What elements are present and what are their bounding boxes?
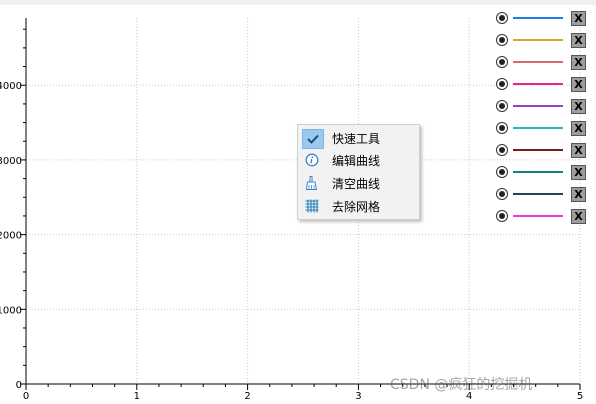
- radio-selected-icon[interactable]: [496, 12, 508, 24]
- menu-item-label: 快速工具: [332, 132, 381, 146]
- legend-close-button[interactable]: X: [571, 187, 586, 202]
- legend-close-button[interactable]: X: [571, 99, 586, 114]
- legend-line-swatch: [513, 193, 563, 195]
- legend-line-swatch: [513, 149, 563, 151]
- legend-line-swatch: [513, 171, 563, 173]
- legend-close-button[interactable]: X: [571, 143, 586, 158]
- x-tick-label: 3: [355, 391, 361, 402]
- menu-item-clear-curve[interactable]: 清空曲线: [299, 172, 418, 194]
- legend-item: X: [494, 77, 590, 99]
- legend: XXXXXXXXXX: [494, 11, 590, 231]
- y-tick-label: 3000: [0, 156, 22, 167]
- legend-close-button[interactable]: X: [571, 77, 586, 92]
- radio-selected-icon[interactable]: [496, 166, 508, 178]
- legend-item: X: [494, 187, 590, 209]
- legend-close-button[interactable]: X: [571, 121, 586, 136]
- legend-close-button[interactable]: X: [571, 209, 586, 224]
- x-tick-label: 0: [23, 391, 29, 402]
- menu-item-label: 清空曲线: [332, 177, 381, 191]
- x-tick-label: 2: [244, 391, 250, 402]
- menu-item-remove-grid[interactable]: 去除网格: [299, 195, 418, 217]
- legend-item: X: [494, 143, 590, 165]
- legend-item: X: [494, 55, 590, 77]
- legend-line-swatch: [513, 61, 563, 63]
- legend-line-swatch: [513, 17, 563, 19]
- context-menu: 快速工具 编辑曲线 清空曲线 去除网格: [297, 124, 420, 220]
- legend-item: X: [494, 165, 590, 187]
- radio-selected-icon[interactable]: [496, 78, 508, 90]
- y-tick-label: 2000: [0, 231, 22, 242]
- radio-selected-icon[interactable]: [496, 56, 508, 68]
- legend-close-button[interactable]: X: [571, 165, 586, 180]
- y-tick-label: 1000: [0, 305, 22, 316]
- radio-selected-icon[interactable]: [496, 122, 508, 134]
- x-tick-label: 5: [577, 391, 583, 402]
- legend-line-swatch: [513, 39, 563, 41]
- info-icon: [301, 150, 323, 170]
- legend-line-swatch: [513, 105, 563, 107]
- legend-item: X: [494, 121, 590, 143]
- menu-item-label: 去除网格: [332, 200, 381, 214]
- watermark-text: CSDN @疯狂的挖掘机: [390, 377, 533, 393]
- legend-line-swatch: [513, 215, 563, 217]
- legend-item: X: [494, 33, 590, 55]
- radio-selected-icon[interactable]: [496, 34, 508, 46]
- y-tick-label: 4000: [0, 81, 22, 92]
- grid-icon: [301, 196, 323, 216]
- radio-selected-icon[interactable]: [496, 210, 508, 222]
- legend-item: X: [494, 11, 590, 33]
- legend-line-swatch: [513, 127, 563, 129]
- legend-item: X: [494, 99, 590, 121]
- menu-item-edit-curve[interactable]: 编辑曲线: [299, 149, 418, 171]
- checkmark-icon: [302, 129, 324, 149]
- legend-line-swatch: [513, 83, 563, 85]
- radio-selected-icon[interactable]: [496, 100, 508, 112]
- legend-close-button[interactable]: X: [571, 33, 586, 48]
- radio-selected-icon[interactable]: [496, 188, 508, 200]
- brush-icon: [301, 173, 323, 193]
- y-tick-label: 0: [16, 380, 22, 391]
- radio-selected-icon[interactable]: [496, 144, 508, 156]
- x-tick-label: 1: [134, 391, 140, 402]
- legend-close-button[interactable]: X: [571, 55, 586, 70]
- legend-item: X: [494, 209, 590, 231]
- legend-close-button[interactable]: X: [571, 11, 586, 26]
- menu-item-quick-tools[interactable]: 快速工具: [299, 127, 418, 149]
- menu-item-label: 编辑曲线: [332, 154, 381, 168]
